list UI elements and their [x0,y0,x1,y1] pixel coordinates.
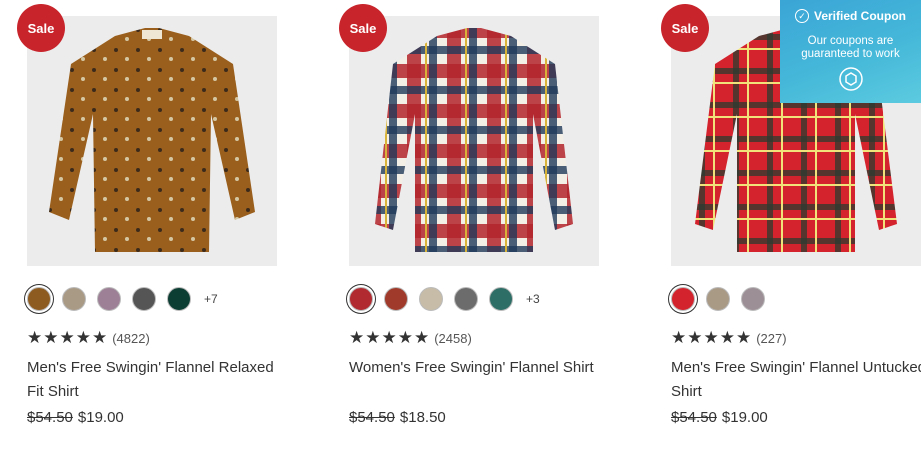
color-swatches: +7 [27,287,218,311]
sale-badge: Sale [661,4,709,52]
shirt-image [49,28,255,252]
product-image[interactable] [349,16,599,266]
product-title[interactable]: Women's Free Swingin' Flannel Shirt [349,356,599,380]
color-swatch[interactable] [384,287,408,311]
color-swatch[interactable] [741,287,765,311]
shield-icon [838,67,863,91]
color-swatch[interactable] [97,287,121,311]
coupon-message: Our coupons are guaranteed to work [801,35,900,60]
product-image[interactable] [27,16,277,266]
star-rating-icon: ★★★★★ [671,328,753,347]
original-price: $54.50 [349,409,395,426]
rating: ★★★★★ (4822) [27,328,150,348]
review-count[interactable]: (227) [756,331,786,346]
sale-badge: Sale [17,4,65,52]
price: $54.50 $19.00 [671,409,768,426]
color-swatches: +3 [349,287,540,311]
color-swatch[interactable] [62,287,86,311]
color-swatch[interactable] [419,287,443,311]
color-swatch[interactable] [454,287,478,311]
sale-price: $18.50 [399,409,446,426]
price: $54.50 $19.00 [27,409,124,426]
review-count[interactable]: (2458) [434,331,472,346]
color-swatch[interactable] [132,287,156,311]
color-swatch[interactable] [671,287,695,311]
color-swatch[interactable] [349,287,373,311]
star-rating-icon: ★★★★★ [349,328,431,347]
sale-price: $19.00 [77,409,124,426]
rating: ★★★★★ (227) [671,328,787,348]
original-price: $54.50 [27,409,73,426]
star-rating-icon: ★★★★★ [27,328,109,347]
more-colors-link[interactable]: +3 [526,292,540,306]
color-swatch[interactable] [706,287,730,311]
color-swatches [671,287,776,311]
color-swatch[interactable] [27,287,51,311]
sale-badge: Sale [339,4,387,52]
product-title[interactable]: Men's Free Swingin' Flannel Relaxed Fit … [27,356,277,404]
coupon-title: Verified Coupon [813,9,906,23]
check-circle-icon: ✓ [794,9,809,23]
sale-price: $19.00 [721,409,768,426]
review-count[interactable]: (4822) [112,331,150,346]
color-swatch[interactable] [489,287,513,311]
product-title[interactable]: Men's Free Swingin' Flannel Untucked Shi… [671,356,921,404]
shirt-image [375,28,573,252]
color-swatch[interactable] [167,287,191,311]
verified-coupon-widget[interactable]: ✓ Verified Coupon Our coupons are guaran… [780,0,921,103]
coupon-header: ✓ Verified Coupon [780,9,921,23]
rating: ★★★★★ (2458) [349,328,472,348]
original-price: $54.50 [671,409,717,426]
price: $54.50 $18.50 [349,409,446,426]
more-colors-link[interactable]: +7 [204,292,218,306]
